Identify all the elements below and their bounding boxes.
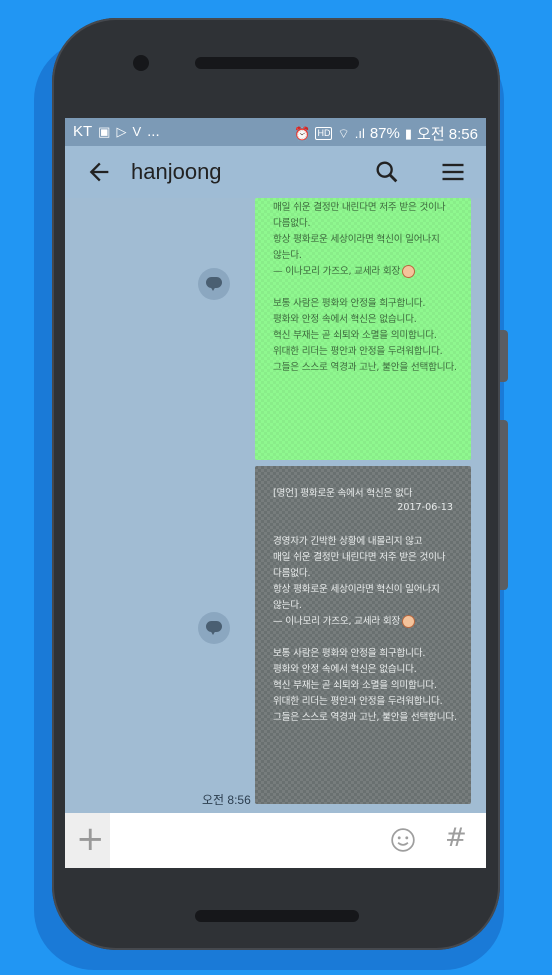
hamburger-menu-icon[interactable]: [439, 158, 467, 186]
chat-area[interactable]: 매일 쉬운 결정만 내린다면 저주 받은 것이나 다름없다. 항상 평화로운 세…: [65, 198, 486, 813]
more-notifications: ...: [147, 123, 160, 140]
battery-icon: ▮: [404, 125, 413, 141]
speech-bubble-icon: [206, 277, 222, 291]
volume-button: [500, 420, 508, 590]
power-button: [500, 330, 508, 382]
wifi-icon: ⌔: [337, 125, 350, 141]
status-time: 오전 8:56: [417, 126, 478, 143]
share-button[interactable]: [198, 612, 230, 644]
message-input[interactable]: [117, 823, 381, 859]
message-lines: 매일 쉬운 결정만 내린다면 저주 받은 것이나 다름없다. 항상 평화로운 세…: [273, 202, 446, 277]
message-text: 매일 쉬운 결정만 내린다면 저주 받은 것이나 다름없다. 항상 평화로운 세…: [273, 200, 457, 376]
message-lines: 경영자가 긴박한 상황에 내몰리지 않고 매일 쉬운 결정만 내린다면 저주 받…: [273, 536, 446, 627]
plus-icon: +: [76, 819, 105, 859]
gallery-icon: ▣: [98, 123, 111, 139]
smiley-icon[interactable]: [390, 827, 416, 853]
arrow-left-icon[interactable]: [85, 158, 113, 186]
face-emoji-icon: [402, 614, 416, 628]
earpiece-speaker: [195, 57, 359, 69]
vee-icon: V: [132, 123, 142, 139]
search-icon[interactable]: [373, 158, 401, 186]
alarm-icon: ⏰: [294, 125, 311, 141]
message-time: 오전 8:56: [202, 793, 251, 807]
hd-icon: HD: [315, 127, 333, 140]
phone-screen: KT ▣ ▷ V ... ⏰ HD ⌔ .ıl 87% ▮ 오전 8:56 ha…: [65, 118, 486, 868]
message-lines-2: 보통 사람은 평화와 안정을 희구합니다. 평화와 안정 속에서 혁신은 없습니…: [273, 298, 457, 373]
face-emoji-icon: [402, 264, 416, 278]
front-camera: [133, 55, 149, 71]
message-heading: [명언] 평화로운 속에서 혁신은 없다: [273, 488, 413, 499]
message-bubble-image[interactable]: 매일 쉬운 결정만 내린다면 저주 받은 것이나 다름없다. 항상 평화로운 세…: [255, 198, 471, 460]
status-bar: KT ▣ ▷ V ... ⏰ HD ⌔ .ıl 87% ▮ 오전 8:56: [65, 118, 486, 146]
message-date: 2017-06-13: [397, 502, 453, 513]
signal-icon: .ıl: [354, 125, 365, 141]
input-bar: + #: [65, 813, 486, 868]
hashtag-button[interactable]: #: [445, 823, 467, 853]
app-bar: hanjoong: [65, 146, 486, 198]
message-bubble-image[interactable]: [명언] 평화로운 속에서 혁신은 없다 경영자가 긴박한 상황에 내몰리지 않…: [255, 466, 471, 804]
speech-bubble-icon: [206, 621, 222, 635]
message-text: [명언] 평화로운 속에서 혁신은 없다 경영자가 긴박한 상황에 내몰리지 않…: [273, 486, 457, 726]
play-store-icon: ▷: [116, 123, 127, 139]
bottom-speaker: [195, 910, 359, 922]
attach-button[interactable]: +: [65, 813, 110, 868]
battery-percent: 87%: [369, 125, 400, 142]
carrier-label: KT: [73, 123, 93, 140]
chat-title: hanjoong: [131, 159, 222, 184]
message-lines-2: 보통 사람은 평화와 안정을 희구합니다. 평화와 안정 속에서 혁신은 없습니…: [273, 648, 457, 723]
share-button[interactable]: [198, 268, 230, 300]
